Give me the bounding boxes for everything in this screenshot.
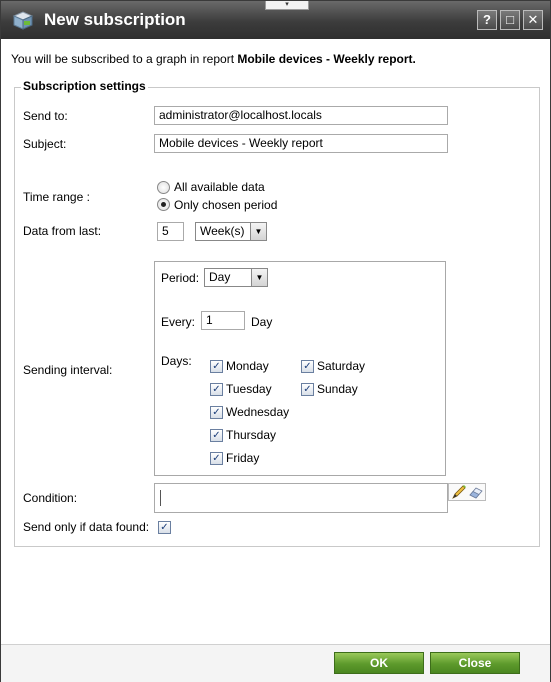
- wednesday-label[interactable]: Wednesday: [226, 405, 289, 419]
- chevron-down-icon: ▼: [250, 223, 266, 240]
- every-label: Every:: [161, 315, 196, 329]
- subscription-icon: [12, 11, 34, 30]
- chevron-down-icon: ▼: [251, 269, 267, 286]
- monday-checkbox[interactable]: ✓: [210, 360, 223, 373]
- ok-button[interactable]: OK: [334, 652, 424, 674]
- text-caret: [160, 490, 161, 506]
- period-label: Period:: [161, 271, 200, 285]
- condition-input[interactable]: [154, 483, 448, 513]
- send-only-if-found-label: Send only if data found:: [23, 520, 150, 534]
- chosen-period-label[interactable]: Only chosen period: [174, 198, 277, 212]
- condition-label: Condition:: [23, 491, 78, 505]
- report-name: Mobile devices - Weekly report.: [237, 52, 416, 66]
- every-input[interactable]: 1: [201, 311, 245, 330]
- new-subscription-dialog: New subscription ▾ ? □ ✕ You will be sub…: [0, 0, 551, 682]
- data-from-last-input[interactable]: 5: [157, 222, 184, 241]
- send-to-label: Send to:: [23, 109, 68, 123]
- days-label: Days:: [161, 354, 192, 368]
- close-button[interactable]: Close: [430, 652, 520, 674]
- period-select-value: Day: [209, 270, 231, 284]
- saturday-label[interactable]: Saturday: [317, 359, 365, 373]
- tuesday-label[interactable]: Tuesday: [226, 382, 272, 396]
- dialog-title: New subscription: [44, 10, 186, 29]
- maximize-button[interactable]: □: [500, 10, 520, 30]
- eraser-icon[interactable]: [468, 485, 484, 500]
- sending-interval-label: Sending interval:: [23, 363, 113, 377]
- help-button[interactable]: ?: [477, 10, 497, 30]
- condition-tools: [448, 483, 486, 501]
- close-window-button[interactable]: ✕: [523, 10, 543, 30]
- time-range-label: Time range :: [23, 190, 90, 204]
- thursday-label[interactable]: Thursday: [226, 428, 276, 442]
- subject-input[interactable]: Mobile devices - Weekly report: [154, 134, 448, 153]
- friday-label[interactable]: Friday: [226, 451, 259, 465]
- collapse-handle[interactable]: ▾: [265, 1, 309, 10]
- sending-interval-panel: [154, 261, 446, 476]
- saturday-checkbox[interactable]: ✓: [301, 360, 314, 373]
- edit-pencil-icon[interactable]: [451, 485, 467, 500]
- all-data-radio[interactable]: [157, 181, 170, 194]
- chosen-period-radio[interactable]: [157, 198, 170, 211]
- sunday-checkbox[interactable]: ✓: [301, 383, 314, 396]
- friday-checkbox[interactable]: ✓: [210, 452, 223, 465]
- subject-label: Subject:: [23, 137, 67, 151]
- sunday-label[interactable]: Sunday: [317, 382, 358, 396]
- all-data-label[interactable]: All available data: [174, 180, 265, 194]
- data-from-last-unit-select[interactable]: Week(s) ▼: [195, 222, 267, 241]
- intro-message: You will be subscribed to a graph in rep…: [11, 52, 416, 66]
- unit-select-value: Week(s): [200, 224, 245, 238]
- intro-prefix: You will be subscribed to a graph in rep…: [11, 52, 238, 66]
- period-select[interactable]: Day ▼: [204, 268, 268, 287]
- monday-label[interactable]: Monday: [226, 359, 269, 373]
- thursday-checkbox[interactable]: ✓: [210, 429, 223, 442]
- tuesday-checkbox[interactable]: ✓: [210, 383, 223, 396]
- every-unit: Day: [251, 315, 273, 329]
- send-only-if-found-checkbox[interactable]: ✓: [158, 521, 171, 534]
- settings-legend: Subscription settings: [21, 79, 148, 93]
- wednesday-checkbox[interactable]: ✓: [210, 406, 223, 419]
- send-to-input[interactable]: administrator@localhost.locals: [154, 106, 448, 125]
- data-from-last-label: Data from last:: [23, 224, 102, 238]
